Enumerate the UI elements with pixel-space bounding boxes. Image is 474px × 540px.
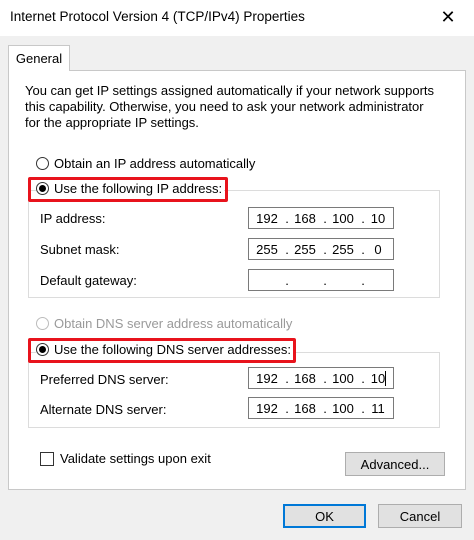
octet: 168 xyxy=(294,401,316,416)
use-following-dns-label: Use the following DNS server addresses: xyxy=(54,342,291,357)
window-title: Internet Protocol Version 4 (TCP/IPv4) P… xyxy=(10,9,305,24)
cancel-button[interactable]: Cancel xyxy=(378,504,462,528)
description-line: this capability. Otherwise, you need to … xyxy=(25,99,424,114)
checkbox-icon xyxy=(40,451,54,466)
validate-settings-label: Validate settings upon exit xyxy=(60,451,211,466)
octet-separator: . xyxy=(285,273,289,288)
preferred-dns-input[interactable]: 192 . 168 . 100 . 10 xyxy=(248,367,394,389)
octet: 255 xyxy=(332,242,354,257)
octet-separator: . xyxy=(361,273,365,288)
default-gateway-label: Default gateway: xyxy=(40,273,137,288)
title-bar: Internet Protocol Version 4 (TCP/IPv4) P… xyxy=(0,0,474,36)
obtain-dns-auto-radio[interactable]: Obtain DNS server address automatically xyxy=(36,316,292,331)
octet: 255 xyxy=(294,242,316,257)
description-line: You can get IP settings assigned automat… xyxy=(25,83,435,98)
preferred-dns-label: Preferred DNS server: xyxy=(40,372,169,387)
ip-address-input[interactable]: 192 . 168 . 100 . 10 xyxy=(248,207,394,229)
octet: 192 xyxy=(256,211,278,226)
obtain-ip-auto-radio[interactable]: Obtain an IP address automatically xyxy=(36,156,255,171)
octet-separator: . xyxy=(323,273,327,288)
tab-general[interactable]: General xyxy=(8,45,70,71)
octet: 10 xyxy=(370,371,386,386)
radio-checked-icon xyxy=(36,182,49,195)
radio-checked-icon xyxy=(36,343,49,356)
close-icon[interactable]: ✕ xyxy=(434,4,462,30)
description-text: You can get IP settings assigned automat… xyxy=(25,83,455,131)
octet: 10 xyxy=(370,211,386,226)
octet: 168 xyxy=(294,211,316,226)
obtain-dns-auto-label: Obtain DNS server address automatically xyxy=(54,316,293,331)
ip-address-label: IP address: xyxy=(40,211,106,226)
use-following-dns-radio[interactable]: Use the following DNS server addresses: xyxy=(36,342,293,357)
validate-settings-checkbox[interactable]: Validate settings upon exit xyxy=(40,451,211,466)
use-following-ip-label: Use the following IP address: xyxy=(54,181,223,196)
advanced-button[interactable]: Advanced... xyxy=(345,452,445,476)
obtain-ip-auto-label: Obtain an IP address automatically xyxy=(54,156,256,171)
octet: 100 xyxy=(332,211,354,226)
octet: 192 xyxy=(256,371,278,386)
ok-button[interactable]: OK xyxy=(283,504,366,528)
text-caret xyxy=(385,371,386,386)
radio-icon xyxy=(36,157,49,170)
subnet-mask-input[interactable]: 255 . 255 . 255 . 0 xyxy=(248,238,394,260)
octet: 11 xyxy=(371,401,385,416)
octet: 192 xyxy=(256,401,278,416)
octet: 255 xyxy=(256,242,278,257)
alternate-dns-input[interactable]: 192 . 168 . 100 . 11 xyxy=(248,397,394,419)
octet: 100 xyxy=(332,371,354,386)
octet: 168 xyxy=(294,371,316,386)
octet: 0 xyxy=(374,242,382,257)
use-following-ip-radio[interactable]: Use the following IP address: xyxy=(36,181,225,196)
octet: 100 xyxy=(332,401,354,416)
alternate-dns-label: Alternate DNS server: xyxy=(40,402,167,417)
description-line: for the appropriate IP settings. xyxy=(25,115,199,130)
radio-icon xyxy=(36,317,49,330)
subnet-mask-label: Subnet mask: xyxy=(40,242,120,257)
default-gateway-input[interactable]: . . . xyxy=(248,269,394,291)
